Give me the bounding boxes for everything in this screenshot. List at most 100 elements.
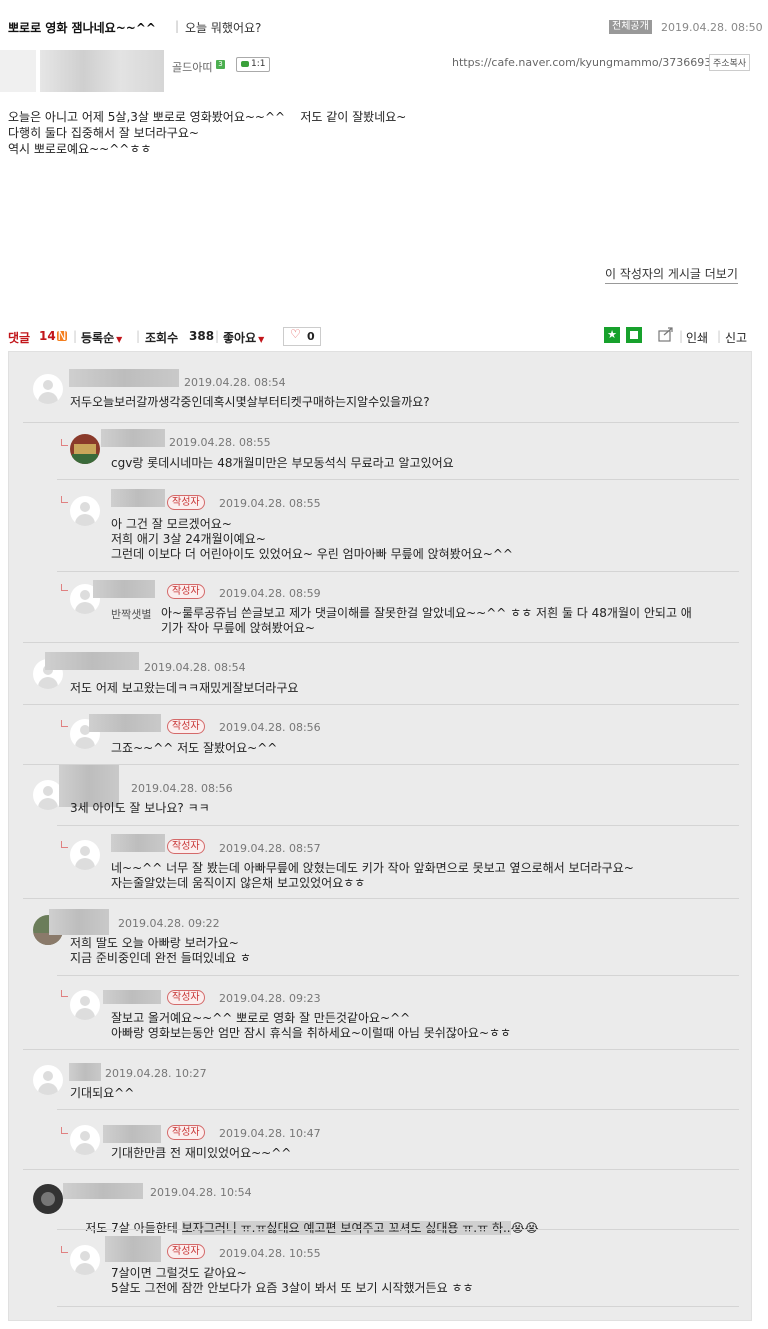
chevron-down-icon: ▼ bbox=[258, 335, 265, 344]
avatar[interactable] bbox=[33, 1184, 63, 1214]
crying-emoji: 😭😭 bbox=[510, 1221, 539, 1235]
nickname-blurred[interactable] bbox=[103, 990, 161, 1004]
views-label: 조회수 bbox=[145, 331, 179, 345]
writer-badge: 작성자 bbox=[167, 719, 205, 734]
writer-badge: 작성자 bbox=[167, 584, 205, 599]
post-url[interactable]: https://cafe.naver.com/kyungmammo/373669… bbox=[452, 56, 711, 69]
reply-marker bbox=[61, 584, 68, 591]
nickname-blurred[interactable] bbox=[101, 429, 165, 447]
comment-text: 아 그건 잘 모르겠어요~ 저희 애기 3살 24개월이예요~ 그런데 이보다 … bbox=[111, 517, 513, 561]
comment-time: 2019.04.28. 08:55 bbox=[219, 497, 321, 510]
avatar[interactable] bbox=[70, 434, 100, 464]
avatar[interactable] bbox=[33, 1065, 63, 1095]
divider bbox=[57, 975, 739, 976]
nickname-blurred[interactable] bbox=[49, 909, 109, 935]
comment-count: 14 bbox=[39, 329, 56, 343]
avatar[interactable] bbox=[70, 1245, 100, 1275]
comment-text: 저희 딸도 오늘 아빠랑 보러가요~ 지금 준비중인데 완전 들떠있네요 ㅎ bbox=[70, 936, 251, 965]
comment-text: 네~~^^ 너무 잘 봤는데 아빠무릎에 앉혔는데도 키가 작아 앞화면으로 못… bbox=[111, 861, 634, 890]
print-button[interactable]: 인쇄 bbox=[686, 329, 708, 346]
nickname-blurred[interactable] bbox=[103, 1125, 161, 1143]
divider bbox=[23, 1049, 739, 1050]
divider: | bbox=[215, 329, 220, 343]
post-date: 2019.04.28. 08:50 bbox=[661, 21, 763, 34]
divider bbox=[23, 1169, 739, 1170]
nickname-blurred[interactable] bbox=[111, 489, 165, 507]
more-posts-link[interactable]: 이 작성자의 게시글 더보기 bbox=[605, 265, 738, 284]
nickname-blurred[interactable] bbox=[63, 1183, 143, 1199]
nickname-blurred[interactable] bbox=[69, 1063, 101, 1081]
comment-text: cgv랑 롯데시네마는 48개월미만은 부모동석식 무료라고 알고있어요 bbox=[111, 456, 454, 470]
comment-text: 저도 어제 보고왔는데ㅋㅋ재밌게잘보더라구요 bbox=[70, 681, 299, 695]
reply-marker bbox=[61, 990, 68, 997]
author-profile-blurred[interactable] bbox=[40, 50, 164, 92]
avatar[interactable] bbox=[70, 1125, 100, 1155]
divider bbox=[57, 479, 739, 480]
visibility-badge: 전체공개 bbox=[609, 20, 652, 34]
copy-url-button[interactable]: 주소복사 bbox=[709, 54, 751, 71]
chat-label: 1:1 bbox=[251, 59, 266, 69]
avatar[interactable] bbox=[70, 990, 100, 1020]
one-to-one-chat-button[interactable]: 1:1 bbox=[236, 57, 271, 72]
comment-text-part: 저도 7살 아들한테 bbox=[85, 1221, 182, 1235]
sort-label: 등록순 bbox=[81, 331, 115, 345]
comment-text: 그죠~~^^ 저도 잘봤어요~^^ bbox=[111, 741, 278, 755]
comment-text: 기대한만큼 전 재미있었어요~~^^ bbox=[111, 1146, 292, 1160]
comment-text-highlighted: 보자그러니 ㅠ.ㅠ싫대요 예고편 보여주고 꼬셔도 싫대용 ㅠ.ㅠ 하.. bbox=[181, 1221, 511, 1235]
author-nickname[interactable]: 골드아띠 bbox=[172, 59, 212, 75]
writer-badge: 작성자 bbox=[167, 495, 205, 510]
divider bbox=[23, 764, 739, 765]
writer-badge: 작성자 bbox=[167, 990, 205, 1005]
comment-time: 2019.04.28. 09:23 bbox=[219, 992, 321, 1005]
post-title: 뽀로로 영화 잼나네요~~^^ bbox=[8, 21, 156, 35]
comment-time: 2019.04.28. 09:22 bbox=[118, 917, 220, 930]
like-dropdown[interactable]: 좋아요 ▼ bbox=[223, 329, 264, 346]
avatar[interactable] bbox=[70, 840, 100, 870]
nickname-blurred[interactable] bbox=[105, 1236, 161, 1262]
comment-label[interactable]: 댓글 bbox=[8, 329, 30, 346]
comment-list: 2019.04.28. 08:54 저두오늘보러갈까생각중인데혹시몇살부터티켓구… bbox=[8, 351, 752, 1321]
divider bbox=[57, 1109, 739, 1110]
reply-marker bbox=[61, 841, 68, 848]
post-body-line: 역시 뽀로로예요~~^^ㅎㅎ bbox=[8, 142, 152, 156]
share-icon[interactable] bbox=[658, 326, 674, 342]
divider: | bbox=[136, 329, 141, 343]
comment-text: 7살이면 그럴것도 같아요~ 5살도 그전에 잠깐 안보다가 요즘 3살이 봐서… bbox=[111, 1266, 474, 1295]
nickname-blurred[interactable] bbox=[111, 834, 165, 852]
mention-nickname[interactable]: 반짝샛별 bbox=[111, 606, 151, 622]
comment-text: 기대되요^^ bbox=[70, 1086, 135, 1100]
nickname-blurred[interactable] bbox=[89, 714, 161, 732]
divider: | bbox=[679, 329, 684, 343]
report-button[interactable]: 신고 bbox=[725, 329, 747, 346]
post-body: 오늘은 아니고 어제 5살,3살 뽀로로 영화봤어요~~^^ 저도 같이 잘봤네… bbox=[8, 109, 748, 157]
post-body-line: 오늘은 아니고 어제 5살,3살 뽀로로 영화봤어요~~^^ 저도 같이 잘봤네… bbox=[8, 110, 407, 124]
reply-marker bbox=[61, 1127, 68, 1134]
writer-badge: 작성자 bbox=[167, 839, 205, 854]
divider bbox=[23, 422, 739, 423]
comment-time: 2019.04.28. 08:54 bbox=[144, 661, 246, 674]
nickname-blurred[interactable] bbox=[69, 369, 179, 387]
comment-item: 2019.04.28. 08:54 저두오늘보러갈까생각중인데혹시몇살부터티켓구… bbox=[9, 352, 751, 412]
member-level-icon: 3 bbox=[216, 60, 225, 69]
nickname-blurred[interactable] bbox=[45, 652, 139, 670]
reply-marker bbox=[61, 1246, 68, 1253]
star-icon[interactable]: ★ bbox=[604, 327, 620, 343]
like-label: 좋아요 bbox=[223, 331, 257, 345]
reply-marker bbox=[61, 720, 68, 727]
square-icon[interactable] bbox=[626, 327, 642, 343]
avatar[interactable] bbox=[70, 496, 100, 526]
comment-time: 2019.04.28. 08:55 bbox=[169, 436, 271, 449]
comment-text: 아~룰루공쥬님 쓴글보고 제가 댓글이해를 잘못한걸 알았네요~~^^ ㅎㅎ 저… bbox=[161, 606, 692, 635]
comment-time: 2019.04.28. 10:55 bbox=[219, 1247, 321, 1260]
reply-marker bbox=[61, 439, 68, 446]
divider bbox=[57, 571, 739, 572]
reply-marker bbox=[61, 496, 68, 503]
sort-dropdown[interactable]: 등록순 ▼ bbox=[81, 329, 122, 346]
avatar[interactable] bbox=[33, 374, 63, 404]
views-count: 388 bbox=[189, 329, 215, 343]
post-category-link[interactable]: 오늘 뭐했어요? bbox=[185, 19, 261, 36]
like-button[interactable]: ♡ 0 bbox=[283, 327, 321, 346]
chat-icon bbox=[241, 60, 249, 67]
nickname-blurred[interactable] bbox=[93, 580, 155, 598]
comment-time: 2019.04.28. 08:56 bbox=[131, 782, 233, 795]
